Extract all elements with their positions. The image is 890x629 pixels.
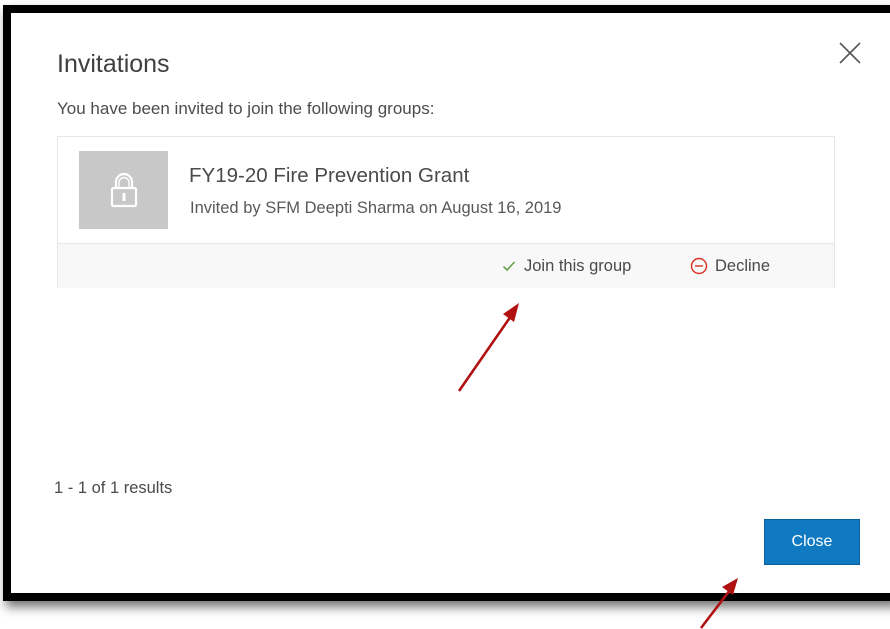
checkmark-icon — [502, 261, 516, 272]
results-count: 1 - 1 of 1 results — [54, 479, 173, 497]
join-group-label: Join this group — [524, 256, 632, 275]
group-name: FY19-20 Fire Prevention Grant — [189, 164, 470, 187]
decline-label: Decline — [715, 256, 771, 275]
group-thumbnail — [79, 151, 168, 229]
join-group-button[interactable]: Join this group — [502, 255, 631, 277]
invitation-actions: Join this group Decline — [58, 244, 834, 288]
lock-icon — [110, 172, 138, 208]
dialog-title: Invitations — [57, 50, 170, 78]
invited-by-text: Invited by SFM Deepti Sharma on August 1… — [190, 199, 562, 217]
close-button[interactable]: Close — [764, 519, 860, 565]
minus-circle-icon — [690, 257, 708, 275]
close-icon[interactable] — [837, 40, 863, 66]
decline-button[interactable]: Decline — [690, 255, 770, 277]
invitations-dialog: Invitations You have been invited to joi… — [11, 13, 890, 593]
invitation-details: FY19-20 Fire Prevention Grant Invited by… — [58, 137, 834, 244]
invitation-card: FY19-20 Fire Prevention Grant Invited by… — [57, 136, 835, 288]
dialog-subtitle: You have been invited to join the follow… — [57, 99, 435, 118]
